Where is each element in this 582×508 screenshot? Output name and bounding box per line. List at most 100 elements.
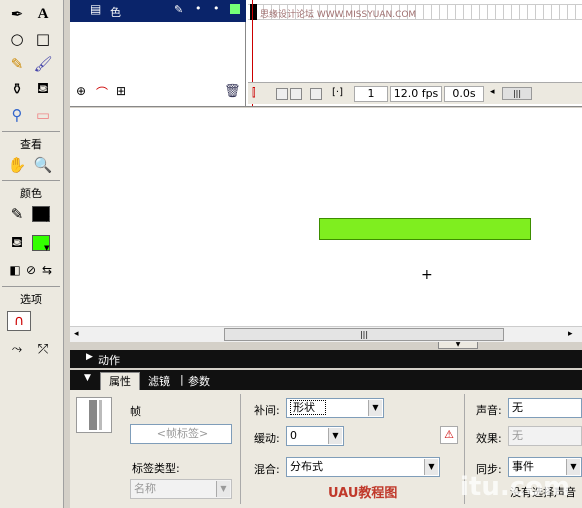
label-type-select[interactable]: 名称 ▼ [130,479,232,499]
sound-select[interactable]: 无 [508,398,582,418]
fill-color-bucket-icon: ⛾ [10,233,24,251]
stage-area[interactable]: + [70,108,582,342]
options-section-label: 选项 [20,293,42,306]
blend-value: 分布式 [290,460,323,473]
tab-parameters[interactable]: 参数 [188,373,210,389]
blend-dropdown-icon: ▼ [424,459,438,475]
layer-lock-dot-icon[interactable]: • [213,2,220,15]
layer-outline-icon[interactable] [230,4,240,14]
modify-onion-markers-icon[interactable]: [·] [332,87,343,98]
tab-divider: | [180,373,184,386]
tween-label: 补间: [254,404,280,417]
frame-label-input[interactable]: <帧标签> [130,424,232,444]
timeline-panel: ▤ 色 ✎ • • ⊕ ⌒ ⊞ 🗑 思缘设计论坛 WWW.MISSYUAN.CO… [70,0,582,107]
properties-collapse-icon[interactable]: ▼ [84,373,91,383]
tab-properties[interactable]: 属性 [100,372,140,390]
oval-tool-icon[interactable]: ○ [6,28,28,50]
add-layer-icon[interactable]: ⊕ [76,84,86,98]
tab-properties-label: 属性 [109,375,131,388]
stage-horizontal-scrollbar[interactable]: ◂ ||| ▸ [70,326,582,342]
rectangle-tool-icon[interactable]: □ [32,28,54,50]
scroll-left-arrow-icon[interactable]: ◂ [490,87,495,97]
toolbar-divider [2,286,60,287]
fill-color-dropdown-icon[interactable]: ▼ [44,244,49,252]
properties-tabbar: ▼ 属性 滤镜 | 参数 [70,370,582,390]
properties-divider [240,394,241,504]
paint-bucket-tool-icon[interactable]: ⛾ [32,78,54,100]
swap-colors-icon[interactable]: ⇆ [36,259,58,281]
sound-value: 无 [512,401,523,414]
tools-panel: ✒ A ○ □ ✎ 🖌 ⚱ ⛾ ⚲ ▭ 查看 ✋ 🔍 颜色 ✎ ▼ ⛾ ▼ ◧ … [0,0,64,508]
frames-area[interactable]: 思缘设计论坛 WWW.MISSYUAN.COM [248,0,582,80]
elapsed-time-field[interactable]: 0.0s [444,86,484,102]
effect-label: 效果: [476,432,502,445]
panel-collapse-tab[interactable]: ▼ [438,342,478,349]
text-tool-icon[interactable]: A [32,3,54,25]
colors-section-label: 颜色 [20,187,42,200]
actions-panel-bar[interactable]: ▶ 动作 [70,350,582,368]
blend-label: 混合: [254,463,280,476]
corner-watermark: itu.com [460,472,571,502]
tab-filters[interactable]: 滤镜 [148,373,170,389]
scroll-right-icon[interactable]: ▸ [568,329,573,339]
onion-skin-icon[interactable] [276,88,288,100]
stage-scrollbar-thumb[interactable]: ||| [224,328,504,341]
frame-type-icon [76,397,112,433]
stroke-color-pencil-icon: ✎ [10,205,24,223]
delete-layer-icon[interactable]: 🗑 [224,84,241,99]
sound-label: 声音: [476,404,502,417]
layer-name[interactable]: 色 [110,4,121,20]
timeline-scrollbar-thumb[interactable]: ||| [502,87,532,100]
eraser-tool-icon[interactable]: ▭ [32,104,54,126]
pencil-tool-icon[interactable]: ✎ [6,53,28,75]
ease-dropdown-icon: ▼ [328,428,342,444]
eyedropper-tool-icon[interactable]: ⚲ [6,104,28,126]
tween-select[interactable]: 形状 ▼ [286,398,384,418]
smooth-icon[interactable]: ⤳ [6,338,28,360]
stroke-color-dropdown-icon[interactable]: ▼ [44,215,49,223]
scroll-left-icon[interactable]: ◂ [74,329,79,339]
label-type-value: 名称 [134,482,156,495]
toolbar-divider [2,180,60,181]
frame-label-placeholder: <帧标签> [156,427,209,440]
timeline-footer: ⫿ [·] 1 12.0 fps 0.0s ◂ ||| [248,82,582,104]
layer-visibility-dot-icon[interactable]: • [195,2,202,15]
add-guide-layer-icon[interactable]: ⌒ [96,84,108,101]
add-layer-folder-icon[interactable]: ⊞ [116,84,126,98]
hand-tool-icon[interactable]: ✋ [6,154,28,176]
uau-watermark: UAU教程图 [328,486,398,501]
layer-row[interactable]: ▤ 色 ✎ • • [70,0,246,22]
snap-to-objects-icon[interactable]: ∩ [7,311,31,331]
view-section-label: 查看 [20,138,42,151]
ink-bottle-tool-icon[interactable]: ⚱ [6,78,28,100]
toolbar-divider [2,131,60,132]
layer-edit-pencil-icon: ✎ [174,3,184,16]
center-frame-icon[interactable]: ⫿ [252,86,256,100]
straighten-icon[interactable]: ⤱ [32,338,54,360]
ease-value: 0 [290,429,297,442]
pen-tool-icon[interactable]: ✒ [6,3,28,25]
ease-label: 缓动: [254,432,280,445]
actions-label: 动作 [98,354,120,367]
shape-rectangle[interactable] [319,218,531,240]
actions-expand-icon[interactable]: ▶ [86,352,93,362]
layer-list: ▤ 色 ✎ • • ⊕ ⌒ ⊞ 🗑 [70,0,246,106]
label-type-label: 标签类型: [132,462,180,475]
blend-select[interactable]: 分布式 ▼ [286,457,440,477]
effect-select[interactable]: 无 [508,426,582,446]
warning-icon[interactable]: ⚠ [440,426,458,444]
properties-panel: 帧 <帧标签> 标签类型: 名称 ▼ 补间: 形状 ▼ 缓动: 0 ▼ ⚠ 混合… [70,390,582,508]
zoom-tool-icon[interactable]: 🔍 [32,154,54,176]
brush-tool-icon[interactable]: 🖌 [32,53,54,75]
label-type-dropdown-icon: ▼ [216,481,230,497]
frame-label-heading: 帧 [130,405,141,418]
onion-outline-icon[interactable] [290,88,302,100]
ease-input[interactable]: 0 ▼ [286,426,344,446]
tween-value: 形状 [290,400,326,415]
watermark-text: 思缘设计论坛 WWW.MISSYUAN.COM [260,10,417,20]
current-frame-field[interactable]: 1 [354,86,388,102]
effect-value: 无 [512,429,523,442]
edit-multiple-frames-icon[interactable] [310,88,322,100]
frame-rate-field[interactable]: 12.0 fps [390,86,442,102]
layer-page-icon: ▤ [90,2,102,16]
